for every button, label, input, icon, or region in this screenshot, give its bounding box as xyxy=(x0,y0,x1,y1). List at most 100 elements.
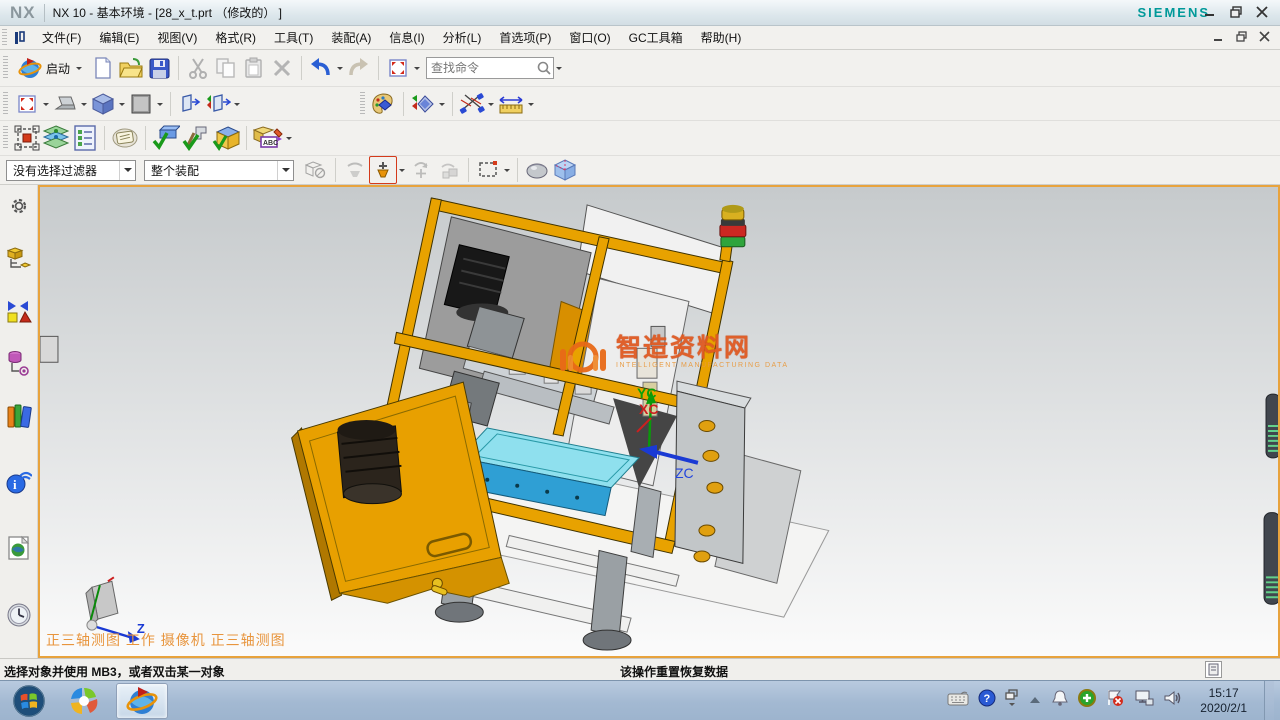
constraints-dropdown-arrow[interactable] xyxy=(486,90,496,118)
true-shading-button[interactable] xyxy=(370,90,398,118)
roles-gear-icon[interactable] xyxy=(6,195,32,217)
view-list-button[interactable] xyxy=(71,124,99,152)
action-center-flag-icon[interactable] xyxy=(1105,689,1125,712)
orient-dropdown-arrow[interactable] xyxy=(79,90,89,118)
start-menu-button[interactable]: 启动 xyxy=(13,53,89,83)
menu-information[interactable]: 信息(I) xyxy=(380,26,433,49)
section-dropdown-arrow[interactable] xyxy=(437,90,447,118)
browser-taskbar-button[interactable] xyxy=(58,683,110,719)
naming-dropdown-arrow[interactable] xyxy=(284,124,294,152)
layer-settings-button[interactable] xyxy=(41,124,71,152)
show-hide-button[interactable] xyxy=(204,90,232,118)
network-tray-icon[interactable] xyxy=(1134,689,1154,712)
undo-dropdown-arrow[interactable] xyxy=(335,54,345,82)
menu-preferences[interactable]: 首选项(P) xyxy=(490,26,560,49)
fit-button[interactable] xyxy=(13,90,41,118)
search-input[interactable] xyxy=(427,59,535,77)
restore-button[interactable] xyxy=(1230,6,1242,18)
assembly-navigator-icon[interactable] xyxy=(6,246,32,272)
part-navigator-icon[interactable] xyxy=(6,350,32,376)
undo-button[interactable] xyxy=(307,54,335,82)
machine-3d-model[interactable]: YC XC ZC Z xyxy=(40,187,1278,656)
new-button[interactable] xyxy=(89,54,117,82)
save-button[interactable] xyxy=(145,54,173,82)
taskbar-clock[interactable]: 15:17 2020/2/1 xyxy=(1192,686,1255,716)
snap-point-curve-button[interactable] xyxy=(341,156,369,184)
combo-arrow-icon[interactable] xyxy=(277,161,293,180)
ime-keyboard-icon[interactable] xyxy=(947,691,969,711)
menu-analysis[interactable]: 分析(L) xyxy=(434,26,491,49)
menu-format[interactable]: 格式(R) xyxy=(206,26,265,49)
marquee-dropdown-arrow[interactable] xyxy=(502,156,512,184)
view-dropdown-arrow[interactable] xyxy=(117,90,127,118)
menu-help[interactable]: 帮助(H) xyxy=(692,26,751,49)
menu-tools[interactable]: 工具(T) xyxy=(265,26,322,49)
isometric-view-button[interactable] xyxy=(89,90,117,118)
snap-dropdown-arrow[interactable] xyxy=(397,156,407,184)
menu-file[interactable]: 文件(F) xyxy=(33,26,90,49)
selection-filter-combo[interactable]: 没有选择过滤器 xyxy=(6,160,136,181)
start-dropdown-arrow[interactable] xyxy=(74,54,84,82)
toolbar-grip[interactable] xyxy=(3,126,8,150)
search-icon[interactable] xyxy=(535,59,553,77)
graphics-window[interactable]: YC XC ZC Z 智造资料网 INTE xyxy=(38,185,1280,658)
snap-point-enabled-button[interactable] xyxy=(369,156,397,184)
wcs-zc-label[interactable]: ZC xyxy=(675,465,694,481)
menu-edit[interactable]: 编辑(E) xyxy=(90,26,148,49)
constraint-navigator-icon[interactable] xyxy=(6,299,32,323)
combo-arrow-icon[interactable] xyxy=(119,161,135,180)
show-only-button[interactable] xyxy=(176,90,204,118)
toolbar-grip[interactable] xyxy=(2,29,7,47)
rectangle-select-button[interactable] xyxy=(474,156,502,184)
paste-button[interactable] xyxy=(240,54,268,82)
search-dropdown-arrow[interactable] xyxy=(554,54,564,82)
snap-rotate-button[interactable] xyxy=(407,156,435,184)
render-style-button[interactable] xyxy=(127,90,155,118)
toolbar-grip[interactable] xyxy=(3,92,8,116)
redo-button[interactable] xyxy=(345,54,373,82)
delete-button[interactable] xyxy=(268,54,296,82)
restore-tray-icon[interactable] xyxy=(1005,688,1019,713)
fit-view-button[interactable] xyxy=(384,54,412,82)
shaded-object-button[interactable] xyxy=(523,156,551,184)
measure-distance-button[interactable] xyxy=(496,90,526,118)
copy-button[interactable] xyxy=(212,54,240,82)
edit-section-button[interactable] xyxy=(409,90,437,118)
assembly-constraints-button[interactable] xyxy=(458,90,486,118)
show-desktop-button[interactable] xyxy=(1264,681,1274,720)
minimize-button[interactable] xyxy=(1204,6,1216,18)
annotation-button[interactable] xyxy=(110,124,140,152)
cut-button[interactable] xyxy=(184,54,212,82)
style-dropdown-arrow[interactable] xyxy=(155,90,165,118)
select-assembly-button[interactable] xyxy=(302,156,330,184)
toolbar-grip[interactable] xyxy=(3,56,8,80)
close-button[interactable] xyxy=(1256,6,1268,18)
edit-object-display-button[interactable] xyxy=(151,124,181,152)
antivirus-tray-icon[interactable] xyxy=(1078,689,1096,712)
child-minimize-button[interactable] xyxy=(1213,29,1224,47)
edit-work-section-button[interactable] xyxy=(181,124,211,152)
assembly-naming-button[interactable]: ABC xyxy=(252,124,284,152)
nx-taskbar-button[interactable] xyxy=(116,683,168,719)
measure-dropdown-arrow[interactable] xyxy=(526,90,536,118)
help-tray-icon[interactable]: ? xyxy=(978,689,996,712)
show-dropdown-arrow[interactable] xyxy=(232,90,242,118)
menu-assemblies[interactable]: 装配(A) xyxy=(322,26,380,49)
volume-tray-icon[interactable] xyxy=(1163,689,1183,712)
show-product-outline-button[interactable] xyxy=(211,124,241,152)
child-close-button[interactable] xyxy=(1259,29,1270,47)
fit-dropdown-arrow[interactable] xyxy=(41,90,51,118)
menu-view[interactable]: 视图(V) xyxy=(148,26,206,49)
select-region-button[interactable] xyxy=(13,124,41,152)
menu-gc-toolbox[interactable]: GC工具箱 xyxy=(620,26,692,49)
child-restore-button[interactable] xyxy=(1236,29,1247,47)
show-hidden-icons[interactable] xyxy=(1028,692,1042,710)
orient-view-button[interactable] xyxy=(51,90,79,118)
reuse-library-icon[interactable] xyxy=(6,403,32,429)
internet-info-icon[interactable]: i xyxy=(6,468,32,494)
wcs-cube-button[interactable] xyxy=(551,156,579,184)
toolbar-grip[interactable] xyxy=(360,92,365,116)
notification-bell-icon[interactable] xyxy=(1051,689,1069,712)
menu-window[interactable]: 窗口(O) xyxy=(560,26,619,49)
selection-scope-combo[interactable]: 整个装配 xyxy=(144,160,294,181)
